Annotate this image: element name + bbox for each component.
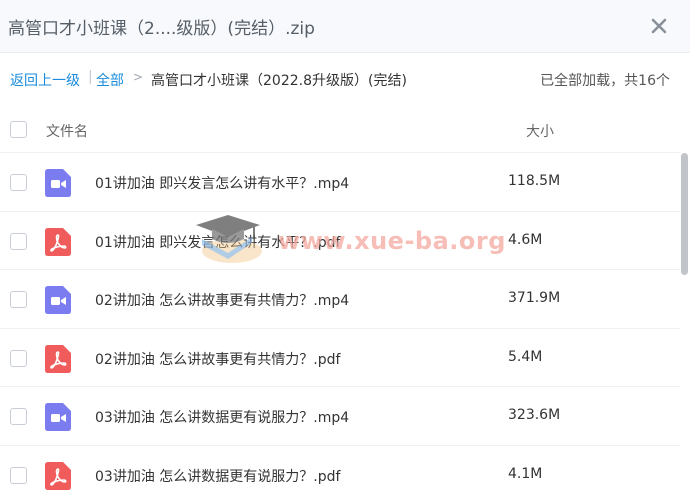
file-name[interactable]: 01讲加油 即兴发言怎么讲有水平？.mp4 (95, 173, 349, 193)
pdf-file-icon (45, 461, 71, 490)
file-size: 4.6M (508, 231, 543, 248)
current-folder: 高管口才小班课（2022.8升级版）(完结) (151, 73, 407, 89)
video-file-icon (45, 403, 71, 431)
column-header-size[interactable]: 大小 (526, 121, 554, 141)
file-checkbox[interactable] (10, 291, 27, 308)
file-size: 5.4M (508, 348, 543, 365)
file-row[interactable]: 02讲加油 怎么讲故事更有共情力？.mp4 371.9M (0, 270, 680, 329)
file-size: 118.5M (508, 173, 561, 189)
file-checkbox[interactable] (10, 408, 27, 425)
file-name[interactable]: 03讲加油 怎么讲数据更有说服力？.pdf (95, 466, 340, 486)
load-status: 已全部加载，共16个 (540, 73, 670, 89)
window-title: 高管口才小班课（2....级版）(完结）.zip (8, 19, 315, 39)
file-size: 4.1M (508, 465, 543, 482)
close-icon[interactable] (647, 14, 671, 38)
video-file-icon (45, 286, 71, 314)
file-list: 01讲加油 即兴发言怎么讲有水平？.mp4 118.5M01讲加油 即兴发言怎么讲… (0, 153, 680, 492)
scrollbar-thumb[interactable] (681, 153, 688, 275)
file-name[interactable]: 02讲加油 怎么讲故事更有共情力？.pdf (95, 349, 340, 369)
select-all-checkbox[interactable] (10, 121, 27, 138)
pdf-file-icon (45, 344, 71, 373)
file-checkbox[interactable] (10, 466, 27, 484)
file-checkbox[interactable] (10, 174, 27, 191)
watermark: www.xue-ba.org (190, 213, 505, 273)
file-row[interactable]: 01讲加油 即兴发言怎么讲有水平？.mp4 118.5M (0, 153, 680, 212)
column-header-name[interactable]: 文件名 (46, 121, 88, 141)
back-link[interactable]: 返回上一级 (10, 70, 80, 90)
file-checkbox[interactable] (10, 232, 27, 250)
file-list-header: 文件名 大小 (0, 105, 680, 153)
window-titlebar: 高管口才小班课（2....级版）(完结）.zip (0, 0, 690, 53)
file-row[interactable]: 03讲加油 怎么讲数据更有说服力？.pdf 4.1M (0, 446, 680, 492)
file-checkbox[interactable] (10, 349, 27, 367)
file-size: 371.9M (508, 290, 561, 306)
watermark-text: www.xue-ba.org (278, 227, 506, 255)
file-row[interactable]: 03讲加油 怎么讲数据更有说服力？.mp4 323.6M (0, 387, 680, 446)
video-file-icon (45, 169, 71, 197)
file-row[interactable]: 02讲加油 怎么讲故事更有共情力？.pdf 5.4M (0, 329, 680, 387)
file-size: 323.6M (508, 407, 561, 423)
all-files-link[interactable]: 全部 (96, 70, 124, 90)
file-name[interactable]: 03讲加油 怎么讲数据更有说服力？.mp4 (95, 407, 349, 427)
file-name[interactable]: 02讲加油 怎么讲故事更有共情力？.mp4 (95, 290, 349, 310)
graduation-cap-icon (196, 215, 262, 263)
breadcrumb: 返回上一级 | 全部 > 高管口才小班课（2022.8升级版）(完结) 已全部加… (0, 53, 690, 105)
breadcrumb-separator: | (88, 69, 93, 85)
chevron-right-icon: > (133, 70, 144, 84)
pdf-file-icon (45, 227, 71, 256)
